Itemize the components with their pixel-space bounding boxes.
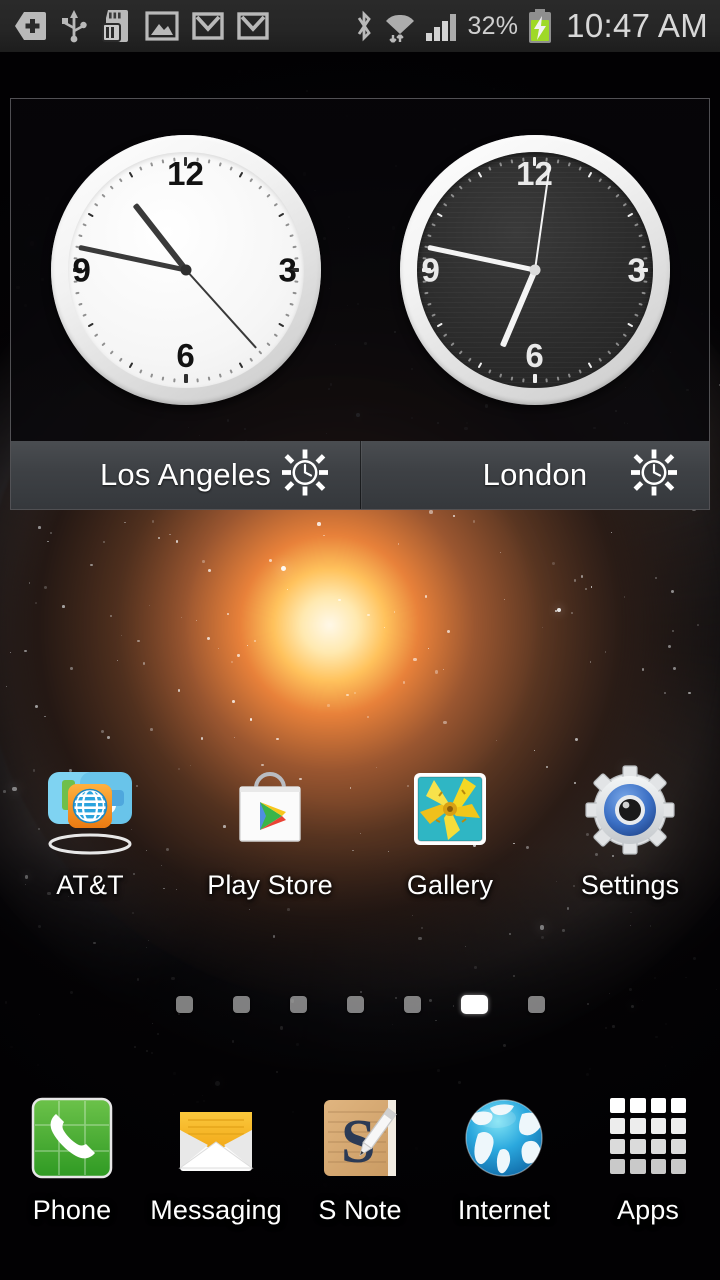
page-indicator[interactable] (0, 995, 720, 1014)
page-dot-1[interactable] (232, 996, 250, 1013)
medical-plus-tag-icon (15, 12, 46, 40)
day-indicator-icon-los-angeles (282, 449, 328, 501)
dock-label-phone: Phone (32, 1195, 112, 1225)
gallery-icon (400, 760, 500, 860)
page-dot-6[interactable] (527, 996, 545, 1013)
phone-icon (24, 1090, 120, 1186)
apps-grid-cell (650, 1098, 666, 1114)
apps-grid-cell (630, 1158, 646, 1174)
page-dot-4[interactable] (403, 996, 421, 1013)
dock-label-apps: Apps (617, 1195, 679, 1225)
apps-grid-cell (650, 1158, 666, 1174)
apps-grid-cell (610, 1118, 626, 1134)
dock: Phone Messaging S S Note Internet Apps (0, 1090, 720, 1226)
dock-item-s-note[interactable]: S S Note (288, 1090, 432, 1226)
app-gallery[interactable]: Gallery (360, 760, 540, 901)
clock-numeral-3: 3 (278, 251, 297, 289)
clock-face-los-angeles[interactable]: 12 3 6 9 (11, 99, 360, 441)
s-note-icon: S (312, 1090, 408, 1186)
att-folder-icon (40, 760, 140, 860)
dock-item-apps[interactable]: Apps (576, 1090, 720, 1226)
status-bar[interactable]: 32% 10:47 AM (0, 0, 720, 52)
apps-grid-cell (670, 1098, 686, 1114)
apps-grid-cell (630, 1118, 646, 1134)
apps-grid-cell (650, 1118, 666, 1134)
cellular-signal-icon (425, 14, 456, 41)
clock-city-bar: Los Angeles London (11, 441, 709, 509)
apps-grid-cell (630, 1138, 646, 1154)
app-label-settings: Settings (580, 870, 680, 900)
app-settings[interactable]: Settings (540, 760, 720, 901)
sd-card-alert-icon (102, 10, 128, 42)
clock-center-cap (529, 264, 540, 276)
app-play-store[interactable]: Play Store (180, 760, 360, 901)
gmail-icon-2 (237, 12, 269, 40)
gmail-icon (192, 12, 224, 40)
dock-item-phone[interactable]: Phone (0, 1090, 144, 1226)
status-system-icons: 32% 10:47 AM (353, 7, 708, 45)
app-row: AT&T Play Store Gallery Settings (0, 760, 720, 901)
clock-numeral-6: 6 (176, 337, 195, 374)
app-label-att: AT&T (56, 870, 124, 900)
app-att[interactable]: AT&T (0, 760, 180, 901)
apps-grid-cell (610, 1158, 626, 1174)
app-label-play-store: Play Store (207, 870, 333, 900)
image-saved-icon (145, 11, 179, 41)
apps-grid-cell (670, 1138, 686, 1154)
messaging-envelope-icon (168, 1090, 264, 1186)
clock-numeral-12: 12 (167, 155, 204, 192)
dock-label-messaging: Messaging (150, 1195, 282, 1225)
settings-gear-icon (580, 760, 680, 860)
city-label-london: London (482, 457, 588, 492)
page-dot-0[interactable] (175, 996, 193, 1013)
clock-face-london[interactable]: 12 3 6 9 (360, 99, 709, 441)
dock-item-messaging[interactable]: Messaging (144, 1090, 288, 1226)
page-dot-2[interactable] (289, 996, 307, 1013)
apps-grid-cell (670, 1158, 686, 1174)
clock-numeral-9: 9 (72, 251, 91, 289)
battery-percent-label: 32% (467, 11, 519, 40)
play-store-icon (220, 760, 320, 860)
apps-grid-cell (650, 1138, 666, 1154)
page-dot-5[interactable] (460, 995, 488, 1014)
city-cell-los-angeles[interactable]: Los Angeles (11, 441, 360, 509)
wifi-transfer-icon (385, 14, 414, 43)
app-label-gallery: Gallery (406, 870, 494, 900)
home-screen: 32% 10:47 AM 12 3 6 9 12 3 6 9 Los Angeles (0, 0, 720, 1280)
status-notification-icons (14, 9, 353, 43)
usb-icon (62, 10, 87, 43)
city-label-los-angeles: Los Angeles (99, 457, 272, 492)
clock-numeral-6: 6 (525, 337, 544, 374)
bluetooth-icon (357, 10, 371, 42)
page-dot-3[interactable] (346, 996, 364, 1013)
apps-drawer-icon (600, 1090, 696, 1186)
apps-grid-cell (630, 1098, 646, 1114)
dock-label-s-note: S Note (318, 1195, 402, 1225)
city-cell-london[interactable]: London (360, 441, 709, 509)
battery-charging-icon (529, 9, 552, 43)
apps-grid-cell (670, 1118, 686, 1134)
apps-grid-cell (610, 1138, 626, 1154)
day-indicator-icon-london (631, 449, 677, 501)
clock-numeral-9: 9 (421, 251, 440, 289)
clock-label: 10:47 AM (566, 7, 708, 44)
dock-label-internet: Internet (457, 1195, 551, 1225)
apps-grid-cell (610, 1098, 626, 1114)
clock-center-cap (180, 264, 191, 276)
clock-numeral-3: 3 (627, 251, 646, 289)
dock-item-internet[interactable]: Internet (432, 1090, 576, 1226)
dual-clock-widget[interactable]: 12 3 6 9 12 3 6 9 Los Angeles London (10, 98, 710, 510)
internet-globe-icon (456, 1090, 552, 1186)
